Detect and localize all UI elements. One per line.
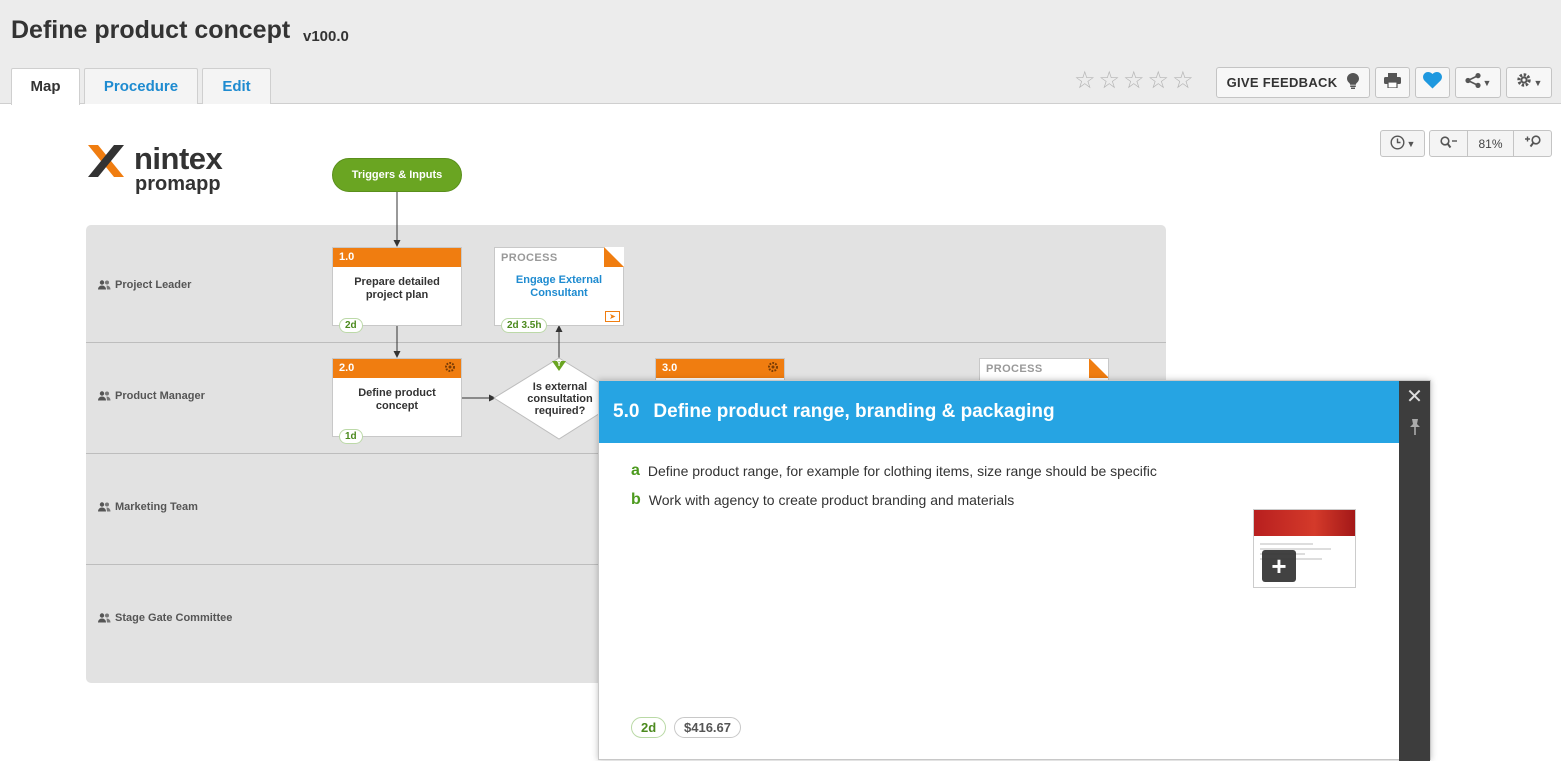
procedure-step: b Work with agency to create product bra… [631, 491, 1015, 509]
activity-header: 2.0 [333, 359, 461, 378]
activity-detail-popup: 5.0 Define product range, branding & pac… [598, 380, 1431, 761]
close-icon[interactable]: ✕ [1404, 386, 1425, 408]
popup-activity-number: 5.0 [613, 401, 640, 422]
decision-text: Is external consultation required? [527, 381, 593, 417]
activity-name: Define product concept [358, 387, 436, 412]
triggers-inputs-button[interactable]: Triggers & Inputs [332, 158, 462, 192]
activity-name: Prepare detailed project plan [354, 276, 440, 301]
activity-header: 3.0 [656, 359, 784, 378]
external-link-icon[interactable]: ➤ [605, 311, 620, 322]
expand-plus-icon[interactable]: + [1262, 550, 1296, 582]
activity-time-badge: 2d [339, 318, 363, 333]
activity-number: 3.0 [662, 362, 678, 374]
popup-header: 5.0 Define product range, branding & pac… [599, 381, 1400, 443]
cost-badge: $416.67 [674, 717, 741, 738]
step-text: Define product range, for example for cl… [647, 463, 1157, 479]
activity-number: 2.0 [339, 362, 355, 374]
decision-yes-label: Y [556, 359, 562, 368]
process-corner-fold [1089, 359, 1108, 378]
process-time-badge: 2d 3.5h [501, 318, 548, 333]
step-letter: b [631, 491, 641, 508]
popup-title: Define product range, branding & packagi… [653, 401, 1055, 422]
gear-icon [767, 361, 779, 376]
thumbnail-banner [1254, 510, 1355, 536]
activity-time-badge: 1d [339, 429, 363, 444]
step-letter: a [631, 462, 640, 479]
process-corner-fold [604, 247, 624, 267]
process-name-link[interactable]: Engage External Consultant [495, 268, 623, 300]
activity-number: 1.0 [333, 248, 461, 267]
popup-sidebar: ✕ [1399, 381, 1430, 761]
procedure-step: a Define product range, for example for … [631, 462, 1157, 480]
pin-icon[interactable] [1404, 416, 1425, 437]
attachment-thumbnail[interactable]: + [1253, 509, 1356, 588]
activity-1-0[interactable]: 1.0 Prepare detailed project plan 2d [332, 247, 462, 333]
activity-2-0[interactable]: 2.0 Define product concept 1d [332, 358, 462, 444]
step-text: Work with agency to create product brand… [648, 492, 1015, 508]
duration-badge: 2d [631, 717, 667, 738]
process-engage-external-consultant[interactable]: PROCESS Engage External Consultant ➤ 2d … [494, 247, 624, 333]
gear-icon [444, 361, 456, 376]
